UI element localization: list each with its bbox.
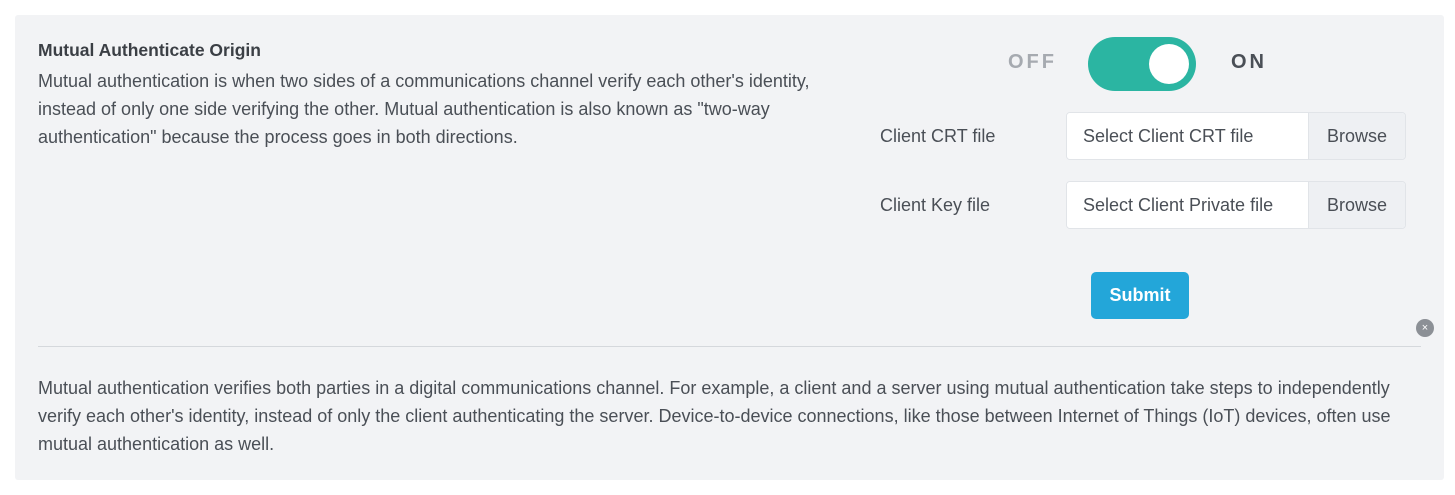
client-key-file-group: Browse [1066, 181, 1406, 229]
mutual-auth-toggle[interactable] [1088, 37, 1196, 91]
client-key-label: Client Key file [880, 195, 991, 215]
section-divider [38, 346, 1421, 347]
client-crt-browse-button[interactable]: Browse [1308, 113, 1405, 159]
toggle-on-label: ON [1231, 51, 1267, 73]
client-crt-label: Client CRT file [880, 126, 996, 146]
toggle-off-label: OFF [1008, 51, 1057, 73]
client-key-browse-button[interactable]: Browse [1308, 182, 1405, 228]
client-crt-input[interactable] [1067, 113, 1308, 159]
submit-button[interactable]: Submit [1091, 272, 1189, 319]
section-description: Mutual authentication is when two sides … [38, 71, 810, 147]
section-title: Mutual Authenticate Origin [38, 40, 261, 60]
client-key-input[interactable] [1067, 182, 1308, 228]
footer-description: Mutual authentication verifies both part… [38, 378, 1391, 454]
toggle-knob[interactable] [1149, 44, 1189, 84]
mutual-auth-card: Mutual Authenticate Origin Mutual authen… [15, 15, 1444, 480]
close-icon[interactable]: × [1416, 319, 1434, 337]
client-crt-file-group: Browse [1066, 112, 1406, 160]
